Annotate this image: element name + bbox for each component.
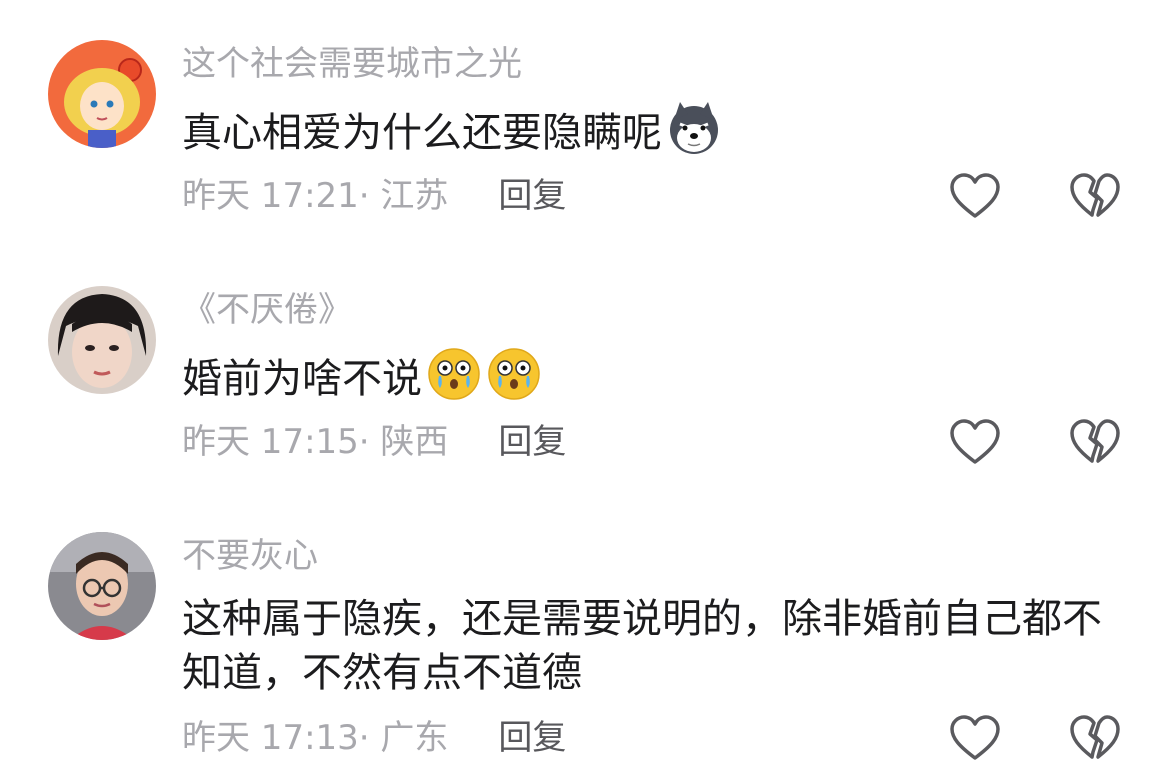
teary-face-icon [488, 348, 540, 400]
username[interactable]: 不要灰心 [182, 534, 318, 578]
comment-meta: 昨天 17:15· 陕西 回复 [182, 420, 566, 464]
broken-heart-outline-icon[interactable] [1069, 714, 1121, 762]
reply-button[interactable]: 回复 [498, 176, 566, 216]
heart-outline-icon[interactable] [949, 418, 1001, 466]
comment-location: 广东 [380, 718, 449, 758]
comment-time: 昨天 17:13 [182, 718, 359, 758]
reply-button[interactable]: 回复 [498, 422, 566, 462]
comment-location: 江苏 [380, 176, 449, 216]
meta-separator: · [358, 422, 381, 462]
comment-time: 昨天 17:15 [182, 422, 359, 462]
reply-button[interactable]: 回复 [498, 718, 566, 758]
meta-separator: · [358, 718, 381, 758]
husky-face-icon [670, 102, 718, 154]
avatar[interactable] [48, 286, 156, 394]
teary-face-icon [428, 348, 480, 400]
comment-text: 真心相爱为什么还要隐瞒呢 [182, 100, 1102, 160]
comment-meta: 昨天 17:21· 江苏 回复 [182, 174, 566, 218]
comment-location: 陕西 [380, 422, 449, 462]
comment-time: 昨天 17:21 [182, 176, 359, 216]
username[interactable]: 《不厌倦》 [182, 288, 352, 332]
comment-text: 这种属于隐疾，还是需要说明的，除非婚前自己都不知道，不然有点不道德 [182, 592, 1102, 700]
heart-outline-icon[interactable] [949, 714, 1001, 762]
heart-outline-icon[interactable] [949, 172, 1001, 220]
comment-text-body: 婚前为啥不说 [182, 356, 422, 402]
broken-heart-outline-icon[interactable] [1069, 172, 1121, 220]
comment-text-body: 真心相爱为什么还要隐瞒呢 [182, 110, 662, 156]
comment-text: 婚前为啥不说 [182, 346, 1102, 406]
avatar[interactable] [48, 532, 156, 640]
avatar[interactable] [48, 40, 156, 148]
comment-text-body: 这种属于隐疾，还是需要说明的，除非婚前自己都不知道，不然有点不道德 [182, 596, 1102, 696]
comment-meta: 昨天 17:13· 广东 回复 [182, 716, 566, 760]
broken-heart-outline-icon[interactable] [1069, 418, 1121, 466]
meta-separator: · [358, 176, 381, 216]
username[interactable]: 这个社会需要城市之光 [182, 42, 522, 86]
